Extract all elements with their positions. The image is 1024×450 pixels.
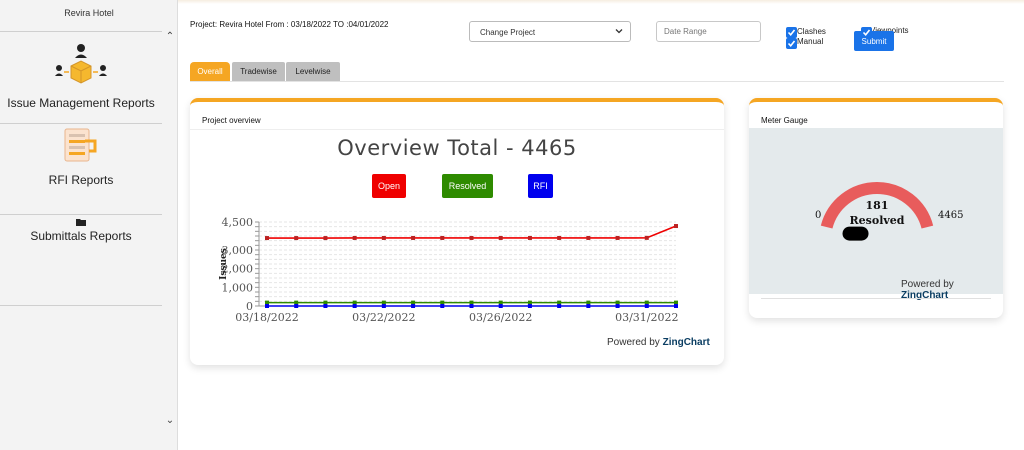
powered-brand: ZingChart	[901, 290, 949, 301]
date-range-input[interactable]	[656, 21, 761, 42]
y-axis-label: Issues	[219, 248, 229, 280]
legend-open[interactable]: Open	[372, 174, 406, 198]
data-point	[323, 304, 328, 308]
data-point	[294, 236, 299, 241]
gauge-min-label: 0	[815, 210, 821, 221]
data-point	[265, 304, 269, 308]
powered-prefix: Powered by	[901, 279, 954, 290]
chart-title: Overview Total - 4465	[337, 136, 577, 160]
sidebar-project-title: Revira Hotel	[64, 8, 114, 18]
data-point	[615, 235, 620, 240]
data-point	[381, 304, 386, 308]
scroll-down-icon[interactable]: ⌄	[165, 416, 175, 426]
powered-brand: ZingChart	[662, 337, 710, 348]
data-point	[615, 304, 620, 308]
y-tick-label: 1,000	[222, 281, 254, 294]
data-point	[644, 235, 649, 240]
change-project-select[interactable]: Change Project	[469, 21, 631, 42]
gauge-needle-body	[842, 226, 869, 241]
data-point	[323, 236, 328, 241]
folder-icon	[76, 219, 86, 226]
divider	[0, 31, 162, 32]
data-point	[469, 235, 474, 240]
data-point	[586, 235, 591, 240]
gauge-max-label: 4465	[938, 210, 963, 221]
manual-label: Manual	[797, 37, 824, 46]
manual-checkbox[interactable]	[786, 38, 797, 49]
meter-gauge-card: Meter Gauge 0 4465 181 Resolved Powered …	[749, 98, 1003, 318]
checkmark-icon	[787, 40, 796, 48]
data-point	[440, 304, 445, 308]
gauge-needle	[842, 226, 869, 241]
sidebar-item-issue-management[interactable]: Issue Management Reports	[0, 42, 162, 114]
project-date-range-text: Project: Revira Hotel From : 03/18/2022 …	[190, 20, 389, 29]
select-value: Change Project	[480, 28, 536, 37]
data-point	[411, 304, 416, 308]
y-tick-label: 4,500	[222, 216, 254, 229]
data-point	[586, 304, 591, 308]
x-tick-label: 03/26/2022	[469, 311, 532, 324]
data-point	[352, 235, 357, 240]
gauge-value: 181	[866, 199, 889, 212]
divider	[761, 298, 991, 299]
tab-overall[interactable]: Overall	[190, 62, 230, 81]
gauge-value-caption: Resolved	[850, 214, 905, 227]
data-point	[411, 235, 416, 240]
sidebar-item-label: Issue Management Reports	[7, 96, 155, 110]
data-point	[265, 236, 269, 241]
chevron-down-icon	[615, 29, 623, 34]
sidebar-item-label: RFI Reports	[48, 173, 114, 187]
project-overview-card: Project overview Overview Total - 4465 O…	[190, 98, 724, 365]
data-point	[498, 235, 503, 240]
issue-management-icon	[55, 44, 107, 84]
divider	[0, 214, 162, 215]
tab-levelwise[interactable]: Levelwise	[286, 62, 340, 81]
data-point	[469, 304, 474, 308]
divider	[0, 305, 162, 306]
data-point	[674, 224, 678, 229]
scroll-up-icon[interactable]: ⌃	[165, 32, 175, 42]
x-tick-label: 03/31/2022	[615, 311, 678, 324]
data-point	[381, 235, 386, 240]
tab-tradewise[interactable]: Tradewise	[232, 62, 285, 81]
meter-gauge: 0 4465 181 Resolved	[815, 182, 963, 241]
data-point	[498, 304, 503, 308]
data-point	[527, 235, 532, 240]
data-point	[674, 304, 678, 308]
sidebar: Revira Hotel Issue Management Reports RF…	[0, 0, 178, 450]
sidebar-scrollbar[interactable]: ⌃ ⌄	[163, 30, 177, 430]
data-point	[294, 304, 299, 308]
tab-underline	[190, 81, 1004, 82]
x-tick-label: 03/18/2022	[235, 311, 298, 324]
sidebar-item-label: Submittals Reports	[30, 229, 132, 243]
checkmark-icon	[862, 29, 871, 37]
data-point	[644, 304, 649, 308]
legend-rfi[interactable]: RFI	[528, 174, 553, 198]
powered-prefix: Powered by	[607, 337, 660, 348]
data-point	[352, 304, 357, 308]
clashes-checkbox[interactable]	[786, 27, 797, 38]
sidebar-item-submittals-reports[interactable]: Submittals Reports	[0, 218, 162, 258]
legend-resolved[interactable]: Resolved	[442, 174, 493, 198]
issues-line-chart: 01,0002,0003,0004,500Issues03/18/2022 03/…	[219, 216, 678, 324]
clashes-label: Clashes	[797, 27, 826, 36]
card-title: Project overview	[202, 116, 261, 125]
data-point	[527, 304, 532, 308]
data-point	[557, 235, 562, 240]
powered-by-zingchart: Powered by ZingChart	[607, 337, 710, 348]
rfi-document-icon	[64, 128, 97, 162]
viewpoints-checkbox[interactable]	[861, 27, 872, 38]
divider	[190, 129, 724, 130]
sidebar-item-rfi-reports[interactable]: RFI Reports	[0, 127, 162, 191]
divider	[0, 123, 162, 124]
card-title: Meter Gauge	[761, 116, 808, 125]
x-tick-label: 03/22/2022	[352, 311, 415, 324]
data-point	[440, 235, 445, 240]
checkmark-icon	[787, 29, 796, 37]
data-point	[557, 304, 562, 308]
submit-button[interactable]: Submit	[854, 31, 894, 51]
